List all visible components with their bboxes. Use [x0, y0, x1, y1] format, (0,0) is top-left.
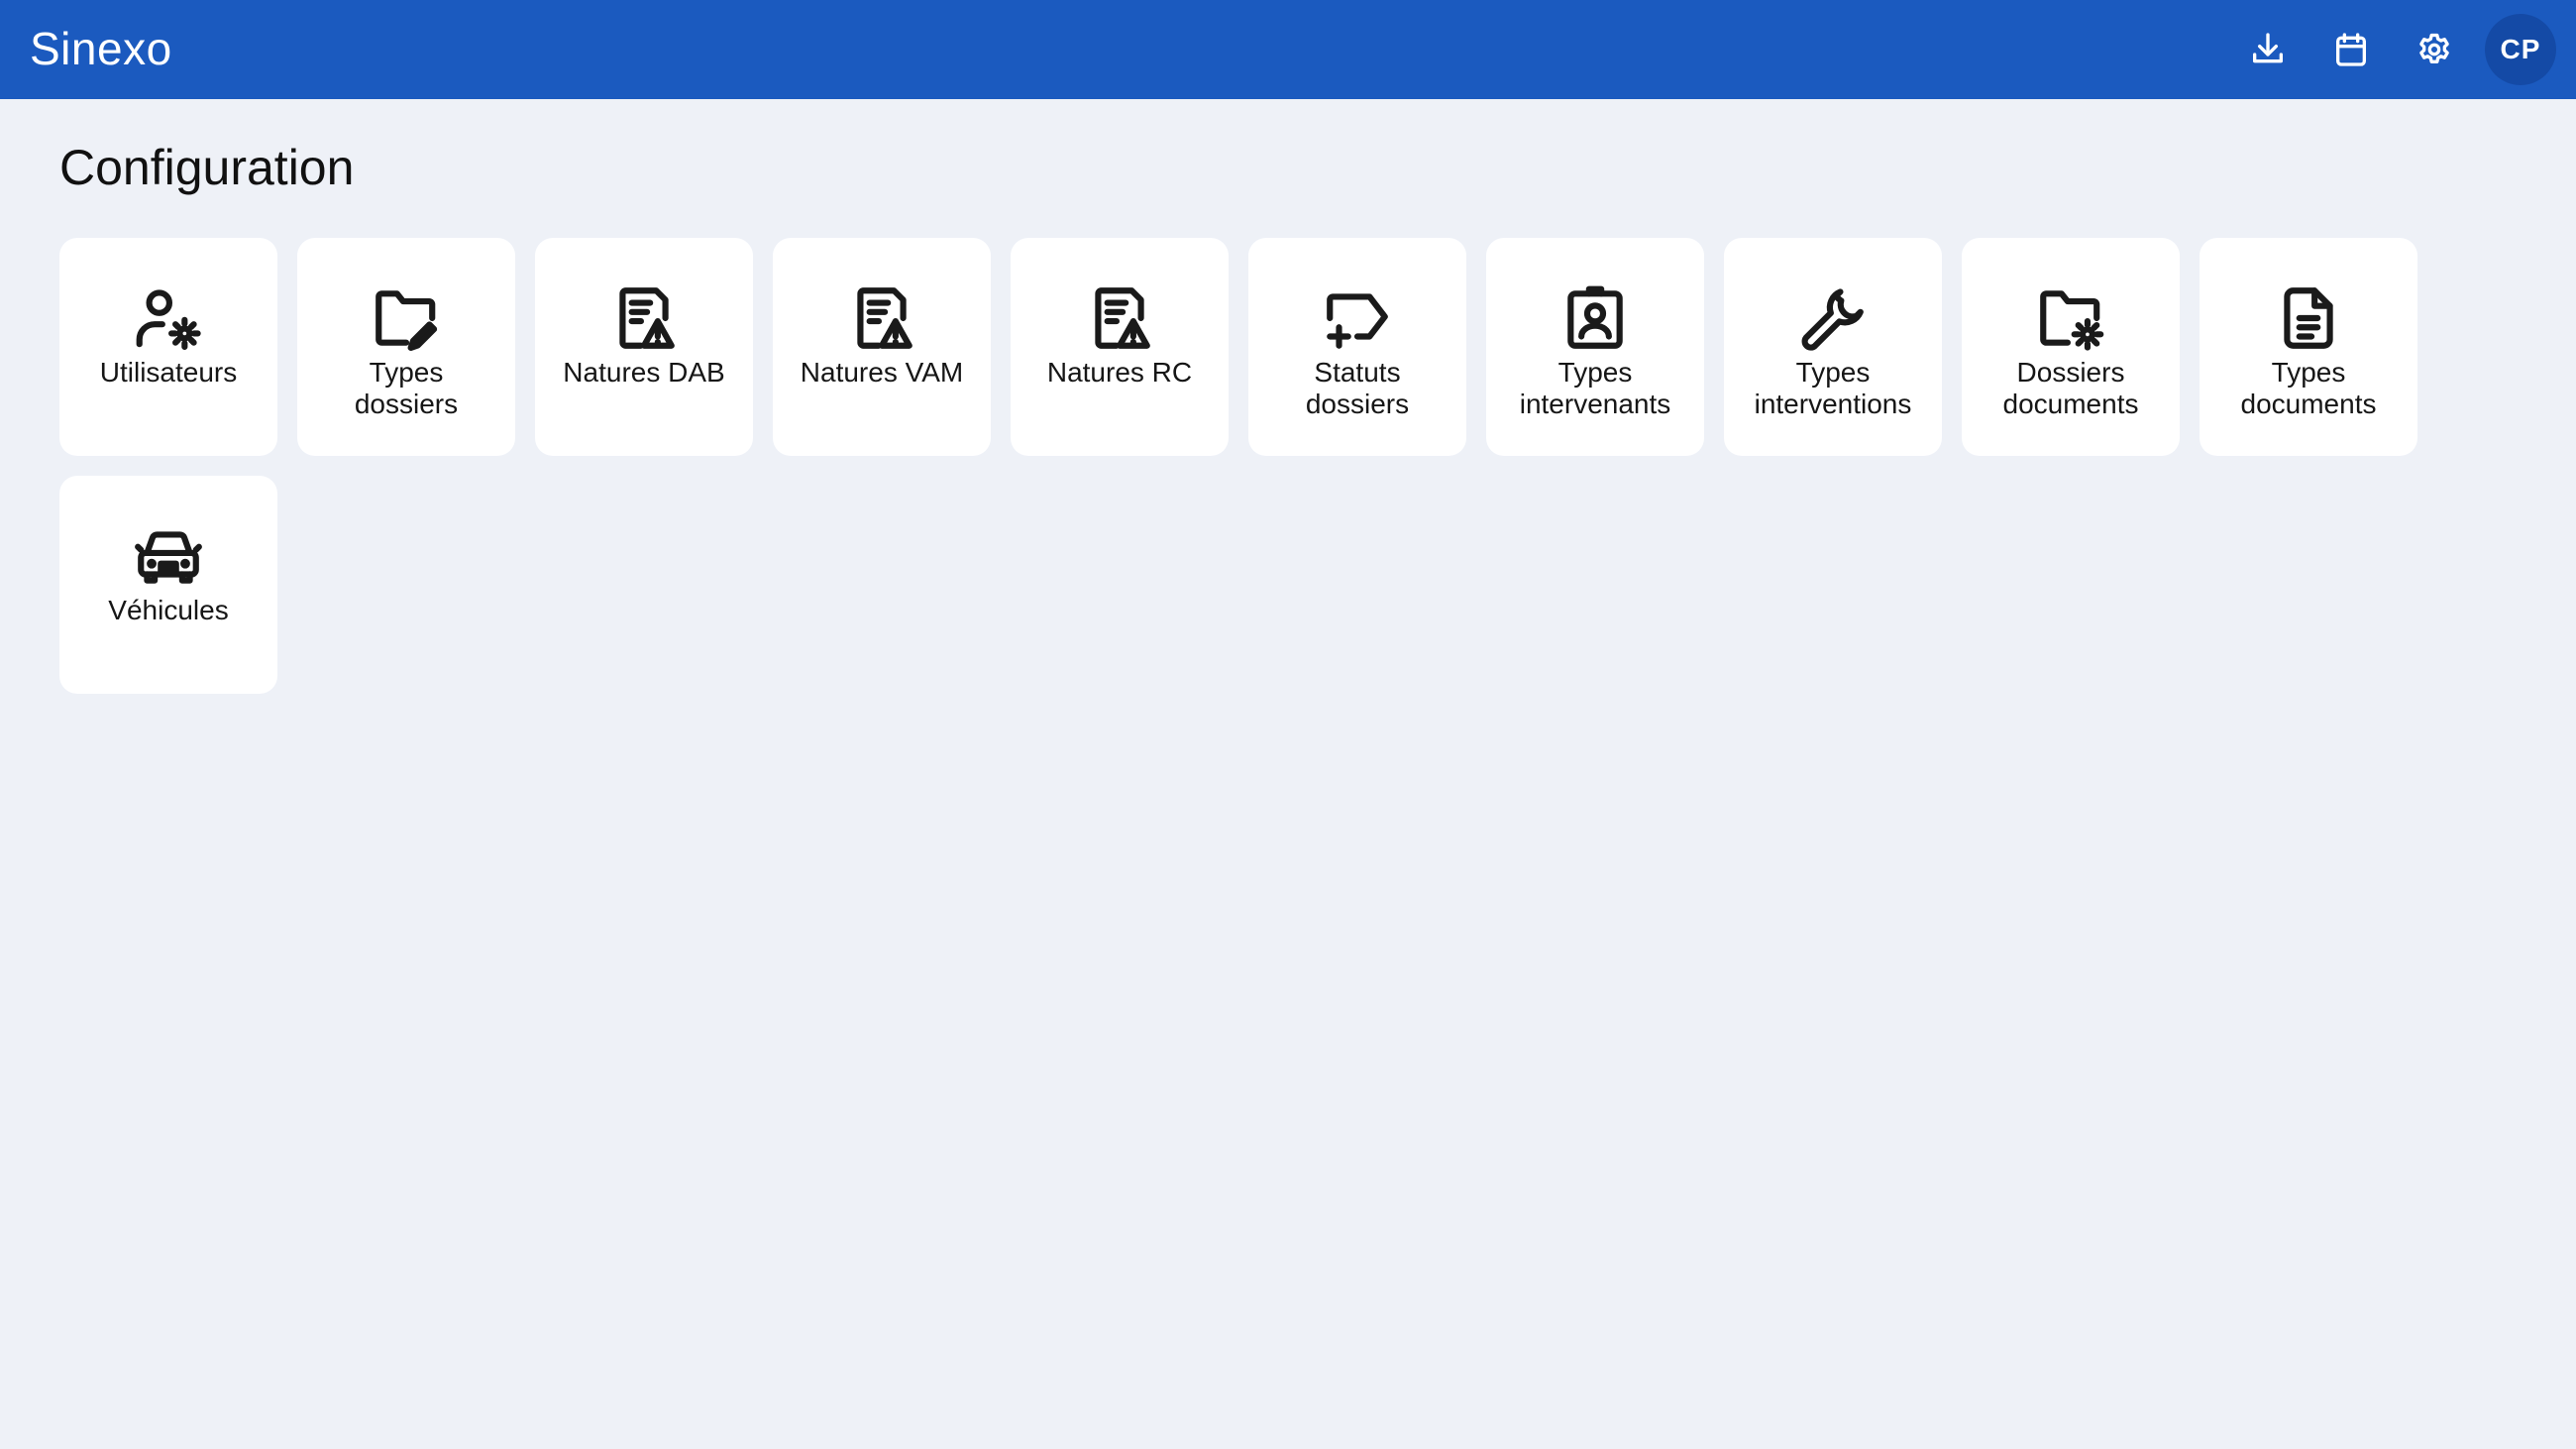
tile-natures-vam[interactable]: Natures VAM — [773, 238, 991, 456]
tile-label: Dossiers documents — [2002, 357, 2139, 419]
calendar-icon — [2336, 33, 2366, 66]
top-app-bar: Sinexo CP — [0, 0, 2576, 99]
gear-icon — [2419, 33, 2449, 63]
tile-label: Véhicules — [108, 595, 229, 625]
calendar-button[interactable] — [2318, 17, 2384, 82]
tile-types-dossiers[interactable]: Types dossiers — [297, 238, 515, 456]
configuration-grid: Utilisateurs Types dossiers Natures DAB — [59, 238, 2437, 694]
app-title[interactable]: Sinexo — [30, 22, 172, 75]
tile-types-documents[interactable]: Types documents — [2200, 238, 2417, 456]
tile-label: Utilisateurs — [99, 357, 238, 388]
tile-natures-rc[interactable]: Natures RC — [1011, 238, 1229, 456]
download-button[interactable] — [2235, 17, 2301, 82]
settings-button[interactable] — [2402, 17, 2467, 82]
tile-utilisateurs[interactable]: Utilisateurs — [59, 238, 277, 456]
tag-plus-icon — [1321, 281, 1394, 355]
wrench-icon — [1796, 281, 1870, 355]
tile-label: Natures RC — [1046, 357, 1193, 388]
tile-types-interventions[interactable]: Types interventions — [1724, 238, 1942, 456]
document-warning-icon — [845, 281, 918, 355]
document-warning-icon — [607, 281, 681, 355]
tile-label: Types documents — [2240, 357, 2377, 419]
document-warning-icon — [1083, 281, 1156, 355]
badge-user-icon — [1558, 281, 1632, 355]
tile-label: Types interventions — [1754, 357, 1912, 419]
user-avatar[interactable]: CP — [2485, 14, 2556, 85]
tile-label: Natures DAB — [563, 357, 725, 388]
tile-types-intervenants[interactable]: Types intervenants — [1486, 238, 1704, 456]
tile-label: Statuts dossiers — [1305, 357, 1410, 419]
document-icon — [2272, 281, 2345, 355]
tile-vehicules[interactable]: Véhicules — [59, 476, 277, 694]
tile-label: Types intervenants — [1519, 357, 1671, 419]
header-actions: CP — [2217, 10, 2556, 89]
folder-gear-icon — [2034, 281, 2107, 355]
tile-statuts-dossiers[interactable]: Statuts dossiers — [1248, 238, 1466, 456]
user-gear-icon — [132, 281, 205, 355]
folder-edit-icon — [370, 281, 443, 355]
tile-label: Types dossiers — [354, 357, 459, 419]
tile-natures-dab[interactable]: Natures DAB — [535, 238, 753, 456]
tile-dossiers-documents[interactable]: Dossiers documents — [1962, 238, 2180, 456]
page-title: Configuration — [59, 140, 355, 195]
tile-label: Natures VAM — [800, 357, 964, 388]
download-icon — [2253, 33, 2283, 63]
car-icon — [132, 519, 205, 593]
